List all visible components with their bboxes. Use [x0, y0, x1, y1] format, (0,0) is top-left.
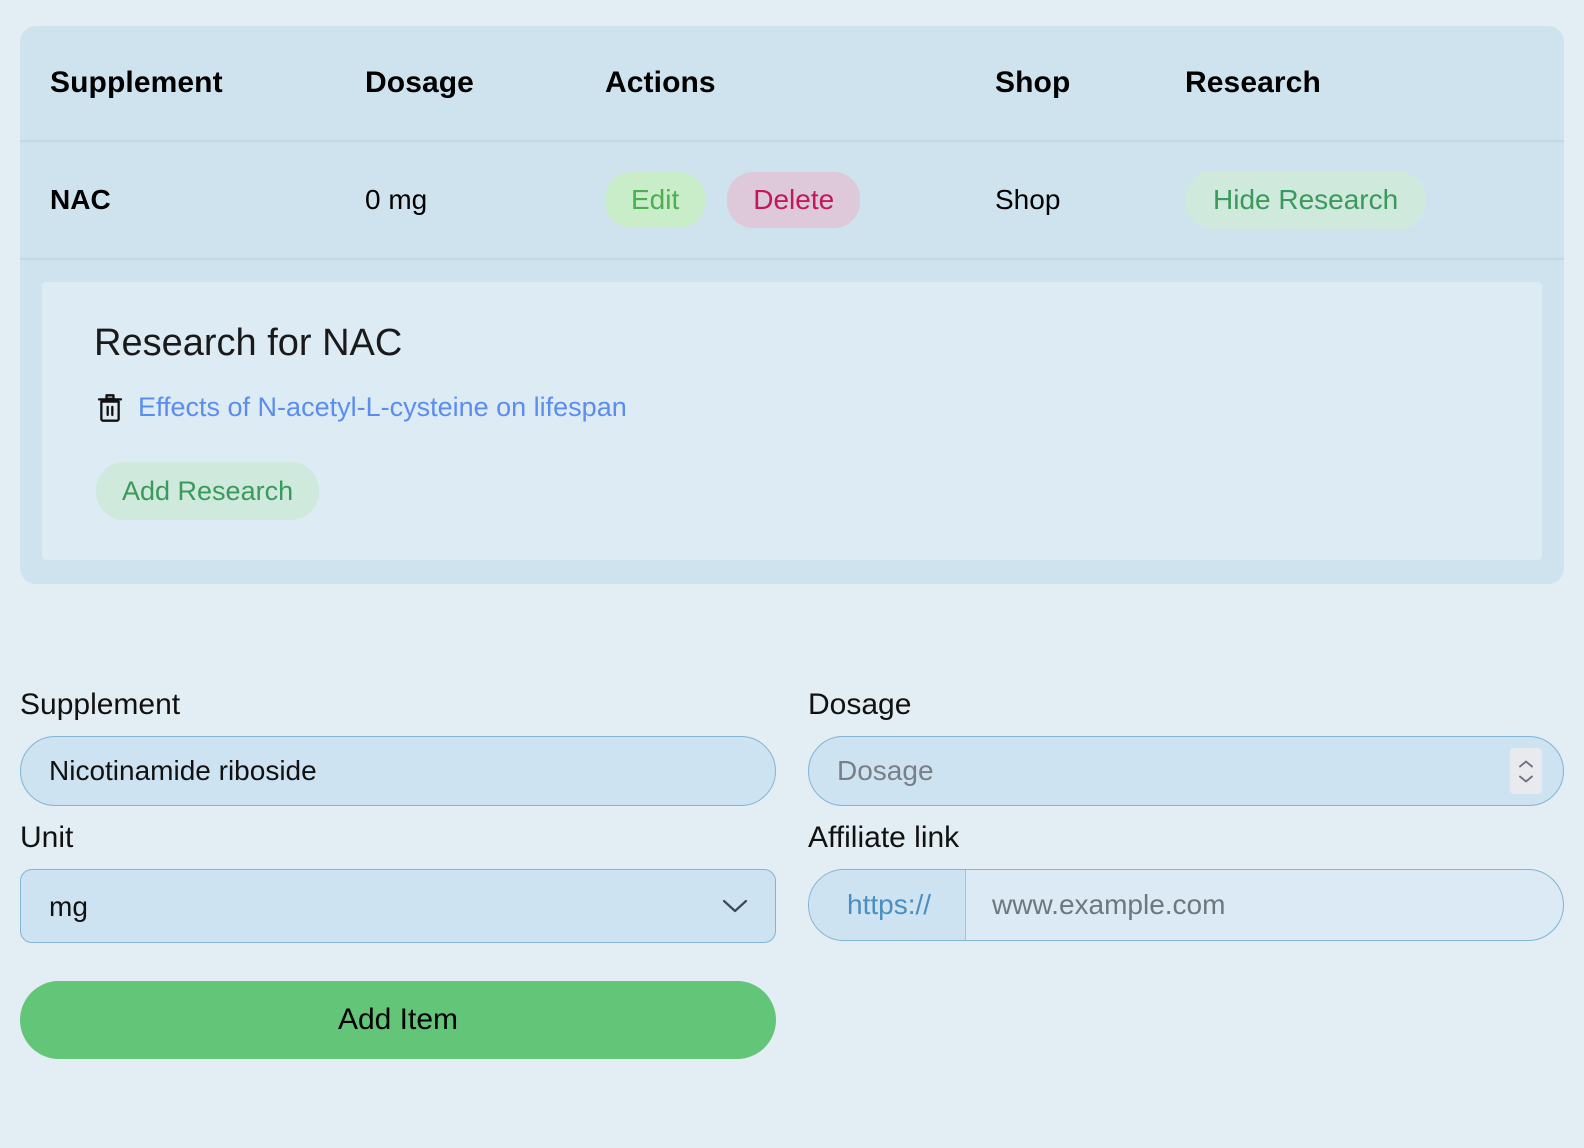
- cell-actions: Edit Delete: [605, 172, 995, 228]
- research-row: Research for NAC Effects of N-acetyl-L-c…: [20, 260, 1564, 584]
- affiliate-link-label: Affiliate link: [808, 821, 960, 854]
- edit-button[interactable]: Edit: [605, 172, 706, 228]
- field-unit: Unit mg: [20, 818, 776, 943]
- field-affiliate-link: Affiliate link https://: [808, 818, 1564, 943]
- dosage-label: Dosage: [808, 688, 912, 721]
- column-header-actions: Actions: [605, 66, 716, 99]
- affiliate-protocol-prefix: https://: [809, 870, 967, 940]
- column-header-research: Research: [1185, 66, 1321, 99]
- add-item-button[interactable]: Add Item: [20, 981, 776, 1059]
- field-supplement: Supplement: [20, 685, 776, 806]
- research-list-item: Effects of N-acetyl-L-cysteine on lifesp…: [96, 383, 1542, 431]
- hide-research-button[interactable]: Hide Research: [1185, 171, 1427, 229]
- shop-link[interactable]: Shop: [995, 184, 1185, 216]
- affiliate-link-input[interactable]: [966, 870, 1563, 940]
- column-header-shop: Shop: [995, 66, 1071, 99]
- column-header-supplement: Supplement: [50, 66, 223, 99]
- table-header-row: Supplement Dosage Actions Shop Research: [20, 26, 1564, 142]
- chevron-up-icon: [1519, 760, 1533, 767]
- field-dosage: Dosage: [808, 685, 1564, 806]
- cell-supplement-name: NAC: [50, 184, 111, 215]
- supplements-table-card: Supplement Dosage Actions Shop Research …: [20, 26, 1564, 585]
- add-supplement-form: Supplement Dosage Unit mg: [20, 685, 1564, 1059]
- research-panel: Research for NAC Effects of N-acetyl-L-c…: [42, 282, 1542, 561]
- delete-button[interactable]: Delete: [727, 172, 861, 228]
- cell-research: Hide Research: [1185, 171, 1564, 229]
- affiliate-input-group: https://: [808, 869, 1564, 941]
- dosage-stepper[interactable]: [1510, 748, 1542, 794]
- column-header-dosage: Dosage: [365, 66, 474, 99]
- research-panel-title: Research for NAC: [94, 322, 403, 364]
- table-row: NAC 0 mg Edit Delete Shop Hide Research: [20, 142, 1564, 260]
- chevron-down-icon: [1519, 775, 1533, 782]
- add-research-button[interactable]: Add Research: [96, 461, 320, 521]
- cell-dosage-value: 0 mg: [365, 184, 428, 215]
- unit-select[interactable]: mg: [20, 869, 776, 943]
- supplement-input[interactable]: [20, 736, 776, 806]
- supplement-tracker-page: Supplement Dosage Actions Shop Research …: [0, 0, 1584, 1148]
- unit-label: Unit: [20, 821, 74, 854]
- trash-icon: [97, 393, 123, 422]
- delete-research-button[interactable]: [96, 393, 124, 423]
- dosage-input[interactable]: [808, 736, 1564, 806]
- supplement-label: Supplement: [20, 688, 181, 721]
- research-link[interactable]: Effects of N-acetyl-L-cysteine on lifesp…: [138, 389, 627, 425]
